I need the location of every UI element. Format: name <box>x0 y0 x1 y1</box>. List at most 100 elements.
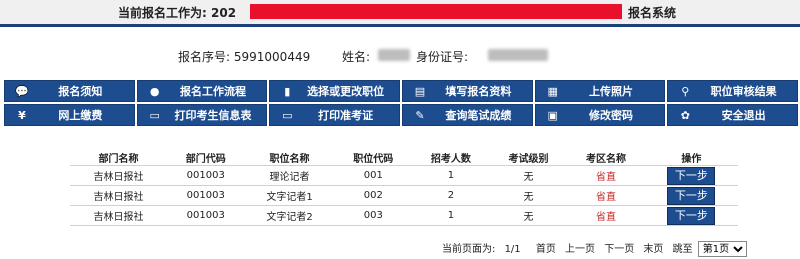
table-cell: 001003 <box>166 185 245 206</box>
next-page-link[interactable]: 下一页 <box>604 244 634 255</box>
registration-number-value: 5991000449 <box>233 50 311 64</box>
page-select[interactable]: 第1页 <box>697 241 747 257</box>
table-cell: 省直 <box>567 205 645 226</box>
table-cell: 001 <box>334 165 413 186</box>
menu-item[interactable]: ▭ 打印考生信息表 <box>136 104 268 126</box>
prev-page-link[interactable]: 上一页 <box>565 244 595 255</box>
registration-number-label: 报名序号: <box>178 50 231 64</box>
action-cell: 下一步 <box>644 185 738 206</box>
next-step-button[interactable]: 下一步 <box>667 186 716 205</box>
main-menu: 💬 报名须知 ● 报名工作流程 ▮ 选择或更改职位 ▤ 填写报名资料 ▦ 上传照片 ⚲ 职位审核结果 ¥… <box>4 80 798 126</box>
payment-icon: ¥ <box>18 108 26 122</box>
page-header: 当前报名工作为: 202 报名系统 <box>0 0 800 27</box>
flow-icon: ● <box>149 84 160 98</box>
column-header: 部门代码 <box>185 154 226 165</box>
table-cell: 1 <box>412 205 490 226</box>
pagination: 当前页面为: 1/1 首页 上一页 下一页 末页 跳至 第1页 <box>442 240 747 257</box>
logout-icon: ✿ <box>680 108 690 122</box>
menu-item-label: 打印考生信息表 <box>174 109 252 122</box>
menu-item[interactable]: ✿ 安全退出 <box>667 104 798 126</box>
menu-item-label: 修改密码 <box>588 109 633 122</box>
table-row: 吉林日报社 001003 理论记者 001 1 无省直 下一步 <box>70 165 738 186</box>
menu-item-label: 报名工作流程 <box>179 85 246 98</box>
id-number-label: 身份证号: <box>416 50 469 64</box>
menu-item-label: 职位审核结果 <box>710 85 777 98</box>
menu-item-label: 查询笔试成绩 <box>445 109 512 122</box>
first-page-link[interactable]: 首页 <box>536 244 556 255</box>
table-cell: 无 <box>489 185 568 206</box>
select-icon: ▮ <box>284 84 291 98</box>
menu-item-label: 报名须知 <box>58 85 103 98</box>
id-number-value-blurred <box>488 49 548 61</box>
table-cell: 2 <box>412 185 490 206</box>
column-header: 职位名称 <box>269 154 310 165</box>
table-cell: 吉林日报社 <box>70 185 167 206</box>
table-cell: 1 <box>412 165 490 186</box>
printer-icon: ▭ <box>149 108 160 122</box>
form-icon: ▤ <box>414 84 426 98</box>
query-icon: ✎ <box>415 108 425 122</box>
menu-item[interactable]: 💬 报名须知 <box>4 80 135 102</box>
table-cell: 003 <box>334 205 413 226</box>
menu-item[interactable]: ¥ 网上缴费 <box>4 104 135 126</box>
jump-label: 跳至 <box>672 244 693 255</box>
table-cell: 002 <box>334 185 413 206</box>
info-icon: 💬 <box>15 84 29 98</box>
table-cell: 无 <box>489 205 568 226</box>
search-icon: ⚲ <box>681 84 690 98</box>
menu-item-label: 网上缴费 <box>58 109 103 122</box>
column-header: 部门名称 <box>98 154 139 165</box>
table-row: 吉林日报社 001003 文字记者1 002 2 无省直 下一步 <box>70 185 738 206</box>
name-value-blurred <box>378 49 410 61</box>
current-page-label: 当前页面为: 1/1 <box>442 244 521 255</box>
menu-item-label: 打印准考证 <box>318 109 374 122</box>
menu-item[interactable]: ● 报名工作流程 <box>136 80 268 102</box>
table-header-row: 部门名称 部门代码 职位名称 职位代码 招考人数 考试级别 考区名称 操作 <box>70 150 738 166</box>
password-icon: ▣ <box>547 108 558 122</box>
column-header: 考区名称 <box>586 154 627 165</box>
table-row: 吉林日报社 001003 文字记者2 003 1 无省直 下一步 <box>70 205 738 226</box>
next-step-button[interactable]: 下一步 <box>667 166 716 185</box>
table-cell: 省直 <box>567 185 645 206</box>
table-body: 吉林日报社 001003 理论记者 001 1 无省直 下一步 吉林日报社 001003 文字记者… <box>70 165 738 226</box>
redaction-bar <box>250 4 622 19</box>
last-page-link[interactable]: 末页 <box>643 244 663 255</box>
table-cell: 吉林日报社 <box>70 165 167 186</box>
table-cell: 文字记者1 <box>244 185 335 206</box>
menu-item-label: 上传照片 <box>588 85 633 98</box>
menu-item-label: 选择或更改职位 <box>307 85 385 98</box>
menu-item-label: 填写报名资料 <box>445 85 512 98</box>
action-cell: 下一步 <box>644 165 738 186</box>
column-header: 操作 <box>681 154 702 165</box>
menu-item[interactable]: ⚲ 职位审核结果 <box>667 80 798 102</box>
menu-item[interactable]: ▦ 上传照片 <box>534 80 666 102</box>
printer-icon: ▭ <box>282 108 293 122</box>
table-cell: 吉林日报社 <box>70 205 167 226</box>
table-cell: 理论记者 <box>244 165 335 186</box>
column-header: 招考人数 <box>430 154 471 165</box>
current-job-code: 202 <box>211 6 237 20</box>
table-cell: 省直 <box>567 165 645 186</box>
current-page-value: 1/1 <box>504 244 521 255</box>
current-job-label: 当前报名工作为: <box>118 6 207 20</box>
system-name: 报名系统 <box>628 6 677 20</box>
next-step-button[interactable]: 下一步 <box>667 206 716 225</box>
column-header: 职位代码 <box>353 154 394 165</box>
table-cell: 无 <box>489 165 568 186</box>
menu-item[interactable]: ▤ 填写报名资料 <box>402 80 533 102</box>
job-table: 部门名称 部门代码 职位名称 职位代码 招考人数 考试级别 考区名称 操作 吉林日报社 0010… <box>70 150 738 226</box>
registration-number: 报名序号: 5991000449 <box>178 48 310 65</box>
name-label: 姓名: <box>342 50 371 64</box>
menu-item[interactable]: ▭ 打印准考证 <box>269 104 400 126</box>
menu-item[interactable]: ▣ 修改密码 <box>534 104 666 126</box>
table-cell: 001003 <box>166 165 245 186</box>
table-cell: 001003 <box>166 205 245 226</box>
column-header: 考试级别 <box>508 154 549 165</box>
menu-item-label: 安全退出 <box>721 109 766 122</box>
upload-icon: ▦ <box>547 84 558 98</box>
action-cell: 下一步 <box>644 205 738 226</box>
current-job-title: 当前报名工作为: 202 <box>118 4 236 21</box>
table-cell: 文字记者2 <box>244 205 335 226</box>
menu-item[interactable]: ✎ 查询笔试成绩 <box>402 104 533 126</box>
menu-item[interactable]: ▮ 选择或更改职位 <box>269 80 400 102</box>
